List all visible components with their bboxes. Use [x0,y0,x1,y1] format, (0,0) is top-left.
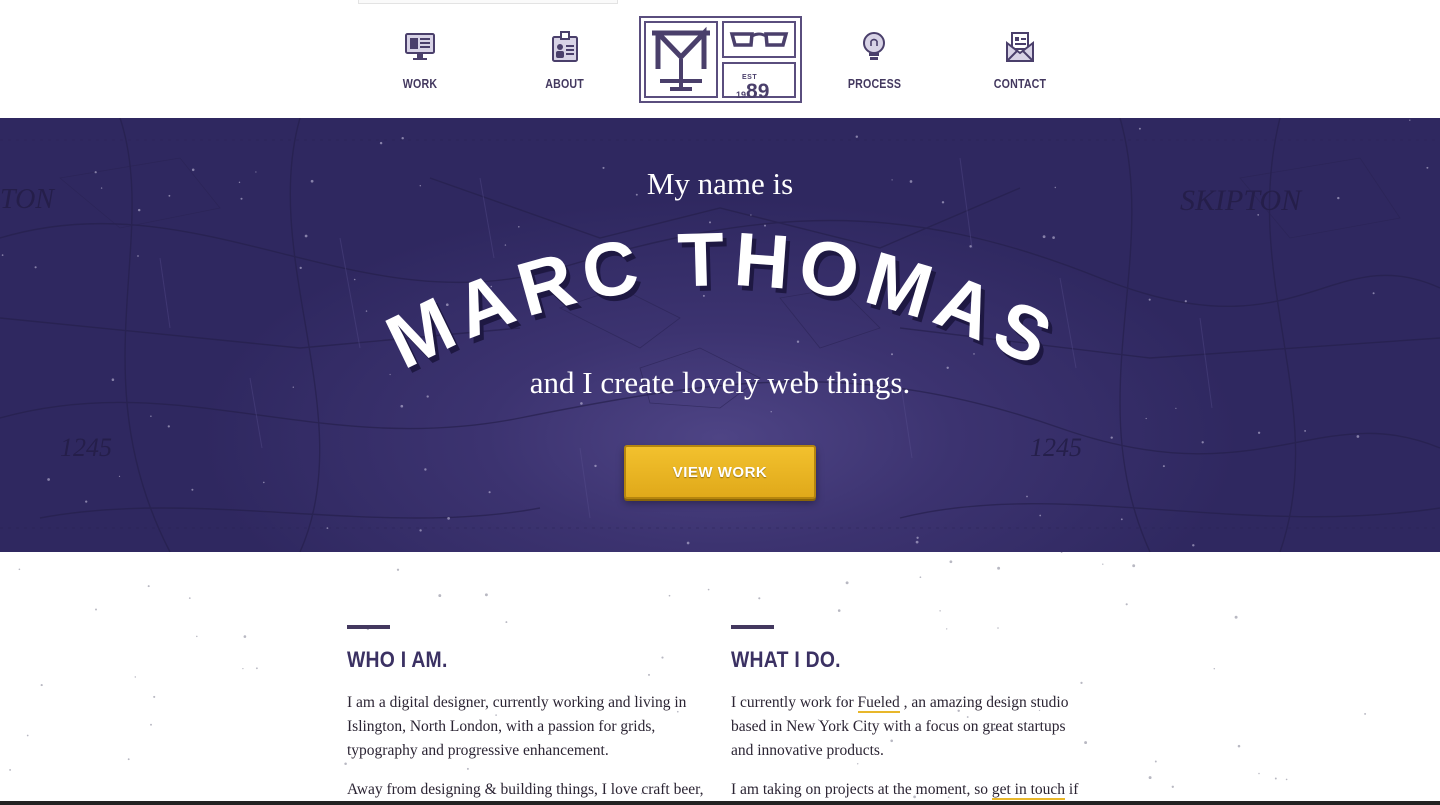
who-paragraph-2: Away from designing & building things, I… [347,781,704,798]
site-logo[interactable]: EST 1989 [639,16,802,103]
what-paragraph-2: I am taking on projects at the moment, s… [731,781,1079,800]
section-rule [731,625,774,629]
paper-speck [758,597,761,600]
paper-speck [243,635,247,638]
paper-speck [668,594,671,597]
what-paragraph-1: I currently work for Fueled , an amazing… [731,694,1069,759]
paper-speck [707,588,710,591]
nav-contact[interactable]: CONTACT [975,30,1065,100]
nav-process[interactable]: PROCESS [829,30,919,100]
nav-process-label: PROCESS [847,76,901,91]
hero-tagline: and I create lovely web things. [529,365,911,400]
get-in-touch-link[interactable]: get in touch [991,781,1066,800]
browser-edge [358,0,618,4]
view-work-button[interactable]: VIEW WORK [624,445,816,499]
what-i-do-section: WHAT I DO. I currently work for Fueled ,… [731,625,1091,802]
who-paragraph-1: I am a digital designer, currently worki… [347,694,687,759]
nav-about-label: ABOUT [545,76,585,91]
paper-speck [1154,760,1157,763]
lightbulb-icon [863,32,885,60]
paper-speck [1258,772,1260,775]
paper-speck [845,581,849,585]
glasses-cell [722,21,796,58]
paper-speck [1364,712,1367,715]
paper-speck [188,597,191,599]
what-heading: WHAT I DO. [731,647,841,672]
paper-speck [147,585,150,588]
logo-year: 1989 [736,80,770,103]
hero-banner: SKIPTON 1245 1245 TON My name is MARC TH… [0,118,1440,552]
paper-speck [255,667,258,670]
paper-speck [150,723,152,726]
paper-speck [153,695,156,698]
paper-speck [1237,744,1241,748]
monogram-mt-icon [652,26,710,91]
view-work-label: VIEW WORK [672,463,768,481]
paper-speck [95,608,97,611]
glasses-icon [729,32,789,47]
who-heading: WHO I AM. [347,647,448,672]
nav-about[interactable]: ABOUT [520,30,610,100]
svg-text:MARC THOMAS: MARC THOMAS [374,217,1071,386]
paper-speck [997,566,1001,570]
paper-speck [1234,615,1238,619]
paper-speck [1132,564,1136,568]
nav-work-label: WORK [402,76,438,91]
paper-speck [939,610,941,612]
fueled-link[interactable]: Fueled [857,694,900,713]
paper-speck [837,609,841,612]
monitor-icon [405,33,435,60]
paper-speck [196,635,198,638]
paper-speck [127,758,130,761]
paper-speck [242,667,244,670]
paper-speck [1148,776,1152,780]
paper-speck [919,576,922,579]
paper-speck [1102,563,1104,565]
paper-speck [484,593,488,597]
envelope-icon [1006,32,1034,62]
nav-work[interactable]: WORK [375,30,465,100]
paper-speck [505,621,508,624]
nav-contact-label: CONTACT [993,76,1047,91]
paper-speck [9,768,12,771]
paper-speck [134,676,137,678]
paper-speck [1274,777,1277,780]
paper-speck [1213,667,1216,670]
year-cell: EST 1989 [722,62,796,103]
paper-speck [438,594,442,598]
id-badge-icon [552,31,578,62]
paper-speck [396,568,400,571]
paper-speck [1125,603,1128,606]
hero-name: MARC THOMAS [374,217,1063,386]
paper-speck [26,734,29,737]
paper-speck [1285,778,1288,781]
who-i-am-section: WHO I AM. I am a digital designer, curre… [347,625,707,802]
paper-speck [949,560,953,564]
paper-speck [40,684,43,687]
section-rule [347,625,390,629]
window-bottom-edge [0,801,1440,805]
paper-speck [1171,785,1174,788]
monogram-cell [644,21,718,98]
top-navigation: WORK ABOUT EST 1989 PROCESS CONTACT [0,0,1440,118]
paper-speck [18,568,21,571]
